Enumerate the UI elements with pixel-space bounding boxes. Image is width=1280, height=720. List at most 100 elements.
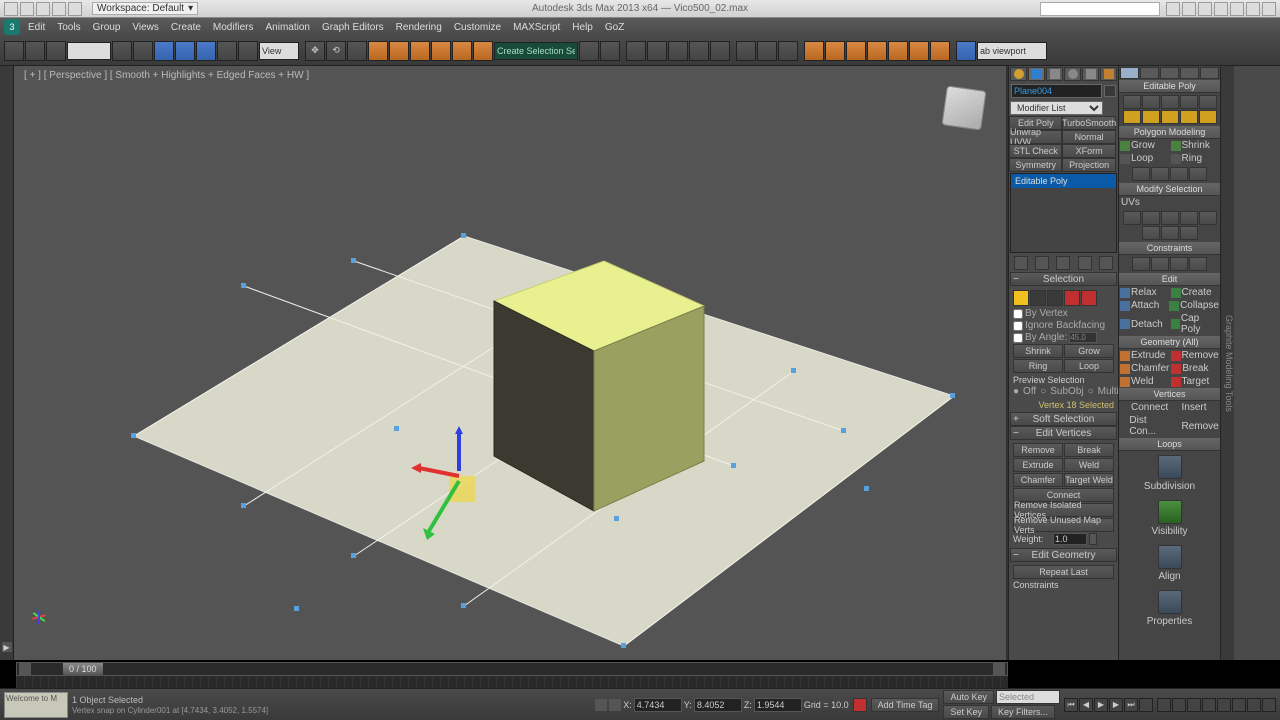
curve-editor-icon[interactable] — [668, 41, 688, 61]
display-tab[interactable] — [1082, 67, 1099, 81]
menu-goz[interactable]: GoZ — [599, 20, 630, 35]
r-u5[interactable] — [1199, 211, 1217, 225]
make-unique-icon[interactable] — [1056, 256, 1070, 270]
save-file-icon[interactable] — [36, 2, 50, 16]
r-c1[interactable] — [1132, 257, 1150, 271]
zoom-all-icon[interactable] — [1202, 698, 1216, 712]
ribbon-weld[interactable]: Weld — [1119, 375, 1170, 388]
show-end-result-icon[interactable] — [1035, 256, 1049, 270]
edit-geom-rollout-header[interactable]: −Edit Geometry — [1010, 548, 1117, 562]
menu-create[interactable]: Create — [165, 20, 207, 35]
snap-edge-icon[interactable] — [846, 41, 866, 61]
ribbon-loop[interactable]: Loop — [1119, 152, 1170, 165]
ribbon-tab-5[interactable] — [1200, 67, 1219, 79]
ribbon-subdivision[interactable]: Subdivision — [1119, 451, 1220, 496]
viewport[interactable]: [ + ] [ Perspective ] [ Smooth + Highlig… — [14, 66, 1008, 660]
bind-spacewarp-icon[interactable] — [46, 41, 66, 61]
help-search-input[interactable] — [1040, 2, 1160, 16]
snap-pivot-icon[interactable] — [888, 41, 908, 61]
r-u8[interactable] — [1180, 226, 1198, 240]
ribbon-tab-4[interactable] — [1180, 67, 1199, 79]
zoom-extents-icon[interactable] — [1232, 698, 1246, 712]
keymode-combo[interactable] — [996, 690, 1060, 704]
viewport-combo[interactable] — [977, 42, 1047, 60]
edit-vertices-rollout-header[interactable]: −Edit Vertices — [1010, 426, 1117, 440]
layer-combo[interactable] — [67, 42, 111, 60]
ribbon-tab-1[interactable] — [1120, 67, 1139, 79]
viewport-shading-icon[interactable] — [956, 41, 976, 61]
close-icon[interactable] — [1262, 2, 1276, 16]
render-icon[interactable] — [778, 41, 798, 61]
remove-modifier-icon[interactable] — [1078, 256, 1092, 270]
soft-selection-rollout-header[interactable]: +Soft Selection — [1010, 412, 1117, 426]
viewport-label[interactable]: [ + ] [ Perspective ] [ Smooth + Highlig… — [24, 70, 309, 81]
app-logo-icon[interactable]: 3 — [4, 19, 20, 35]
weight-updown[interactable] — [1089, 533, 1097, 545]
new-file-icon[interactable] — [4, 2, 18, 16]
shrink-button[interactable]: Shrink — [1013, 344, 1063, 358]
polygon-subobj-button[interactable] — [1064, 290, 1080, 306]
snap-toggle-icon[interactable] — [410, 41, 430, 61]
select-rotate-icon[interactable]: ⟲ — [326, 41, 346, 61]
ring-button[interactable]: Ring — [1013, 359, 1063, 373]
r-i1[interactable] — [1132, 167, 1150, 181]
ribbon-so-poly[interactable] — [1180, 95, 1198, 109]
ribbon-chamfer[interactable]: Chamfer — [1119, 362, 1170, 375]
hierarchy-tab[interactable] — [1046, 67, 1063, 81]
edge-subobj-button[interactable] — [1030, 290, 1046, 306]
repeat-last-button[interactable]: Repeat Last — [1013, 565, 1114, 579]
motion-tab[interactable] — [1064, 67, 1081, 81]
lock-icon[interactable] — [595, 699, 607, 711]
y-input[interactable] — [694, 698, 742, 712]
render-frame-icon[interactable] — [757, 41, 777, 61]
redo-icon[interactable] — [68, 2, 82, 16]
viewcube[interactable] — [938, 82, 990, 134]
pan-icon[interactable] — [1157, 698, 1171, 712]
menu-help[interactable]: Help — [566, 20, 599, 35]
target-weld-button[interactable]: Target Weld — [1064, 473, 1114, 487]
modbtn-symmetry[interactable]: Symmetry — [1009, 158, 1062, 172]
link-icon[interactable] — [4, 41, 24, 61]
prev-frame-icon[interactable]: ◀ — [1079, 698, 1093, 712]
modbtn-unwrap-uvw[interactable]: Unwrap UVW — [1009, 130, 1062, 144]
select-move-icon[interactable]: ✥ — [305, 41, 325, 61]
time-slider-thumb[interactable]: 0 / 100 — [63, 663, 103, 675]
timeline-left-icon[interactable] — [19, 663, 31, 675]
window-crossing-icon[interactable] — [175, 41, 195, 61]
ribbon-visibility[interactable]: Visibility — [1119, 496, 1220, 541]
preview-radio[interactable]: ●Off○SubObj○Multi — [1013, 386, 1114, 397]
maximize-viewport-icon[interactable] — [1247, 698, 1261, 712]
menu-rendering[interactable]: Rendering — [390, 20, 448, 35]
snap-grid-icon[interactable] — [804, 41, 824, 61]
selection-rollout-header[interactable]: −Selection — [1010, 272, 1117, 286]
goto-start-icon[interactable]: ⏮ — [1064, 698, 1078, 712]
mirror-icon[interactable] — [579, 41, 599, 61]
layer-manager-icon[interactable] — [647, 41, 667, 61]
r-u6[interactable] — [1142, 226, 1160, 240]
autokey-button[interactable]: Auto Key — [943, 690, 994, 704]
break-button[interactable]: Break — [1064, 443, 1114, 457]
weight-input[interactable] — [1053, 533, 1087, 545]
zoom-icon[interactable] — [1187, 698, 1201, 712]
modbtn-xform[interactable]: XForm — [1062, 144, 1115, 158]
r-u2[interactable] — [1142, 211, 1160, 225]
modbtn-stl-check[interactable]: STL Check — [1009, 144, 1062, 158]
undo-icon[interactable] — [52, 2, 66, 16]
object-name-input[interactable] — [1011, 84, 1102, 98]
configure-sets-icon[interactable] — [1099, 256, 1113, 270]
paint-select-icon[interactable] — [196, 41, 216, 61]
ribbon-so-vert[interactable] — [1123, 95, 1141, 109]
modifier-list-combo[interactable]: Modifier List — [1010, 101, 1103, 115]
ribbon-so-edge[interactable] — [1142, 95, 1160, 109]
select-scale-icon[interactable] — [347, 41, 367, 61]
align-icon[interactable] — [600, 41, 620, 61]
setkey-button[interactable]: Set Key — [943, 705, 989, 719]
time-slider[interactable]: 0 / 100 — [16, 662, 1008, 676]
ref-coord-icon[interactable] — [238, 41, 258, 61]
ribbon-target[interactable]: Target — [1170, 375, 1221, 388]
chamfer-button[interactable]: Chamfer — [1013, 473, 1063, 487]
by-angle-checkbox[interactable] — [1013, 333, 1023, 343]
ribbon-so-elem[interactable] — [1199, 95, 1217, 109]
ribbon-attach[interactable]: Attach — [1119, 299, 1168, 312]
select-object-icon[interactable] — [112, 41, 132, 61]
